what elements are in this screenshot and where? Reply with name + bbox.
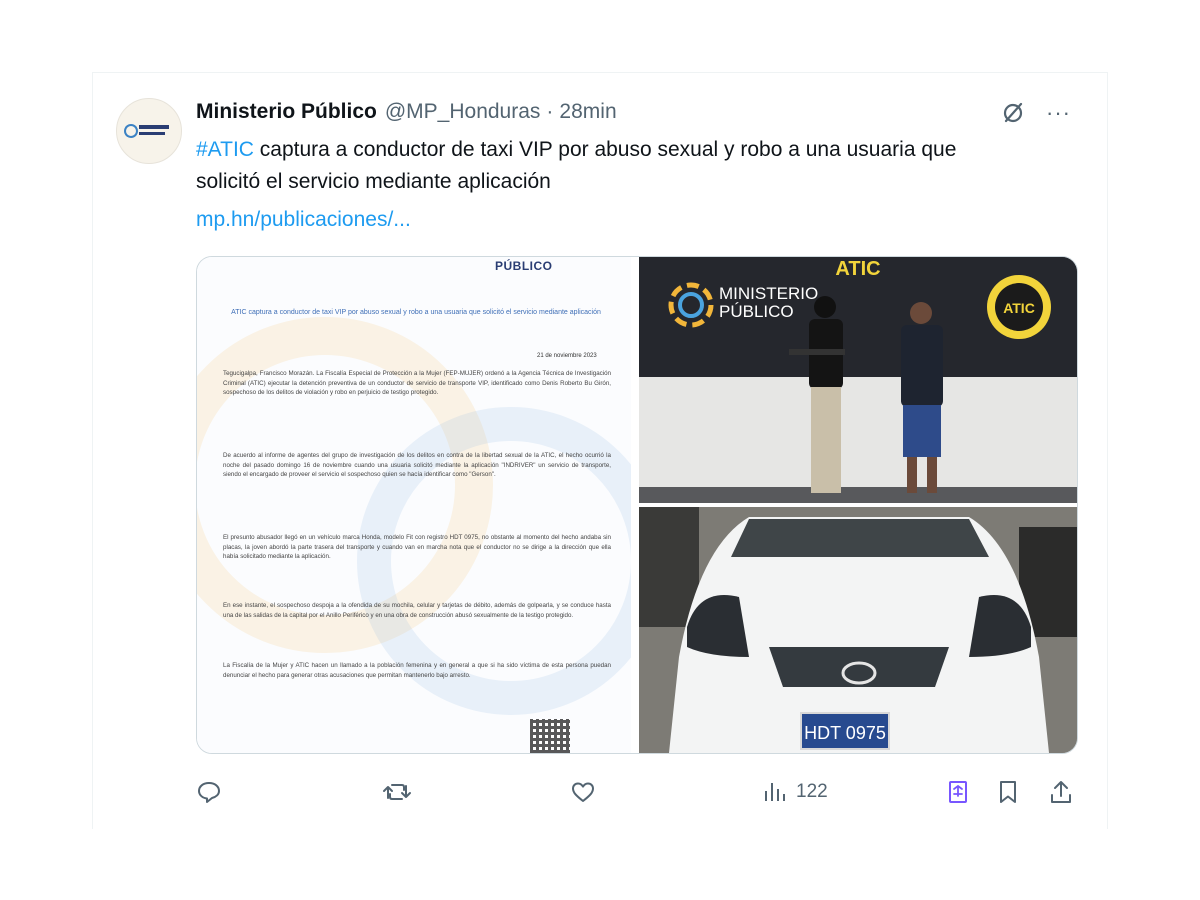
arrest-scene: ATIC MINISTERIO PÚBLICO ATIC — [639, 257, 1077, 503]
reply-icon — [198, 782, 220, 803]
more-options-icon[interactable]: ··· — [1046, 100, 1078, 126]
atic-badge-icon: ATIC — [987, 275, 1051, 339]
org-name-line2: PÚBLICO — [719, 302, 794, 321]
grok-icon[interactable] — [1000, 100, 1026, 126]
article-link[interactable]: mp.hn/publicaciones/... — [196, 204, 411, 236]
photo-banner: ATIC — [835, 258, 880, 280]
avatar[interactable] — [116, 98, 182, 164]
bookmark-button[interactable] — [995, 776, 1021, 808]
timestamp[interactable]: 28min — [559, 100, 616, 124]
document-paragraph: Tegucigalpa, Francisco Morazán. La Fisca… — [223, 370, 611, 397]
media-grid[interactable]: PÚBLICO ATIC captura a conductor de taxi… — [196, 256, 1078, 754]
tweet-text: #ATIC captura a conductor de taxi VIP po… — [196, 134, 1026, 198]
grok-bookmark-button[interactable] — [945, 776, 971, 808]
document-logo: PÚBLICO — [495, 259, 553, 273]
like-button[interactable] — [570, 776, 596, 808]
press-release-image[interactable]: PÚBLICO ATIC captura a conductor de taxi… — [197, 257, 631, 753]
org-name-line1: MINISTERIO — [719, 284, 818, 303]
views-count: 122 — [796, 781, 828, 802]
ministerio-publico-logo — [124, 124, 169, 138]
heart-icon — [572, 782, 594, 802]
document-date: 21 de noviembre 2023 — [537, 353, 597, 359]
vehicle-scene: HDT 0975 — [639, 507, 1077, 753]
qr-code — [530, 719, 570, 753]
bookmark-icon — [1000, 781, 1016, 803]
share-button[interactable] — [1048, 776, 1074, 808]
tweet-body: captura a conductor de taxi VIP por abus… — [196, 138, 957, 193]
badge-label: ATIC — [1003, 300, 1035, 316]
document-title: ATIC captura a conductor de taxi VIP por… — [231, 309, 601, 316]
document-paragraph: En ese instante, el sospechoso despoja a… — [223, 602, 611, 619]
share-icon — [1051, 781, 1071, 803]
views-button[interactable]: 122 — [762, 776, 828, 808]
separator-dot: · — [546, 100, 554, 123]
arrest-photo[interactable]: ATIC MINISTERIO PÚBLICO ATIC — [639, 257, 1077, 503]
reply-button[interactable] — [196, 776, 222, 808]
hashtag-link[interactable]: #ATIC — [196, 138, 254, 161]
document-paragraph: La Fiscalía de la Mujer y ATIC hacen un … — [223, 662, 611, 679]
views-icon — [765, 783, 785, 801]
bookmark-plus-icon — [949, 781, 967, 803]
user-handle[interactable]: @MP_Honduras — [385, 100, 541, 124]
repost-icon — [383, 784, 411, 800]
tweet-header: Ministerio Público @MP_Honduras · 28min — [196, 96, 617, 128]
media-divider — [631, 257, 639, 753]
license-plate: HDT 0975 — [804, 723, 886, 743]
display-name[interactable]: Ministerio Público — [196, 100, 377, 124]
document-paragraph: De acuerdo al informe de agentes del gru… — [223, 452, 611, 479]
document-paragraph: El presunto abusador llegó en un vehícul… — [223, 534, 611, 561]
vehicle-photo[interactable]: HDT 0975 — [639, 507, 1077, 753]
repost-button[interactable] — [382, 776, 412, 808]
